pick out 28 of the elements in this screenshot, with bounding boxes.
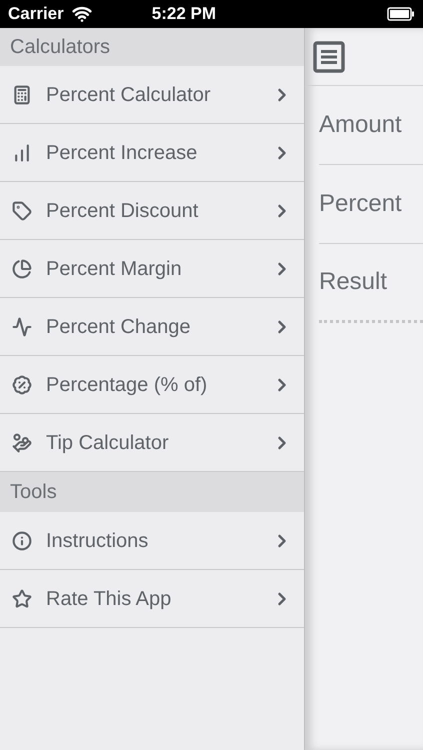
field-label: Amount bbox=[319, 110, 402, 140]
clock-time: 5:22 PM bbox=[152, 3, 216, 26]
section-header: Calculators bbox=[0, 28, 304, 66]
tag-icon bbox=[12, 200, 32, 220]
section-header: Tools bbox=[0, 472, 304, 512]
pie-chart-icon bbox=[12, 258, 32, 278]
carrier-name: Carrier bbox=[8, 3, 64, 26]
menu-item-label: Percent Change bbox=[46, 314, 191, 340]
menu-item-label: Tip Calculator bbox=[46, 430, 169, 456]
menu-item-label: Rate This App bbox=[46, 586, 172, 612]
menu-item-label: Percent Calculator bbox=[46, 82, 211, 108]
menu-item-label: Percent Margin bbox=[46, 256, 182, 282]
menu-item-label: Percent Discount bbox=[46, 198, 198, 224]
menu-item-label: Percentage (% of) bbox=[46, 372, 208, 398]
bar-chart-icon bbox=[12, 142, 32, 162]
line-chart-icon bbox=[12, 316, 32, 336]
field-label: Result bbox=[319, 267, 388, 297]
percent-badge-icon bbox=[12, 374, 32, 394]
wifi-icon bbox=[72, 4, 92, 24]
menu-item-label: Instructions bbox=[46, 528, 148, 554]
info-icon bbox=[12, 530, 32, 550]
hand-coin-icon bbox=[12, 432, 32, 452]
menu-icon[interactable] bbox=[313, 40, 345, 72]
star-icon bbox=[12, 588, 32, 608]
menu-item-label: Percent Increase bbox=[46, 140, 198, 166]
field-label: Percent bbox=[319, 189, 402, 219]
battery-icon bbox=[387, 7, 415, 21]
calculator-icon bbox=[12, 84, 32, 104]
